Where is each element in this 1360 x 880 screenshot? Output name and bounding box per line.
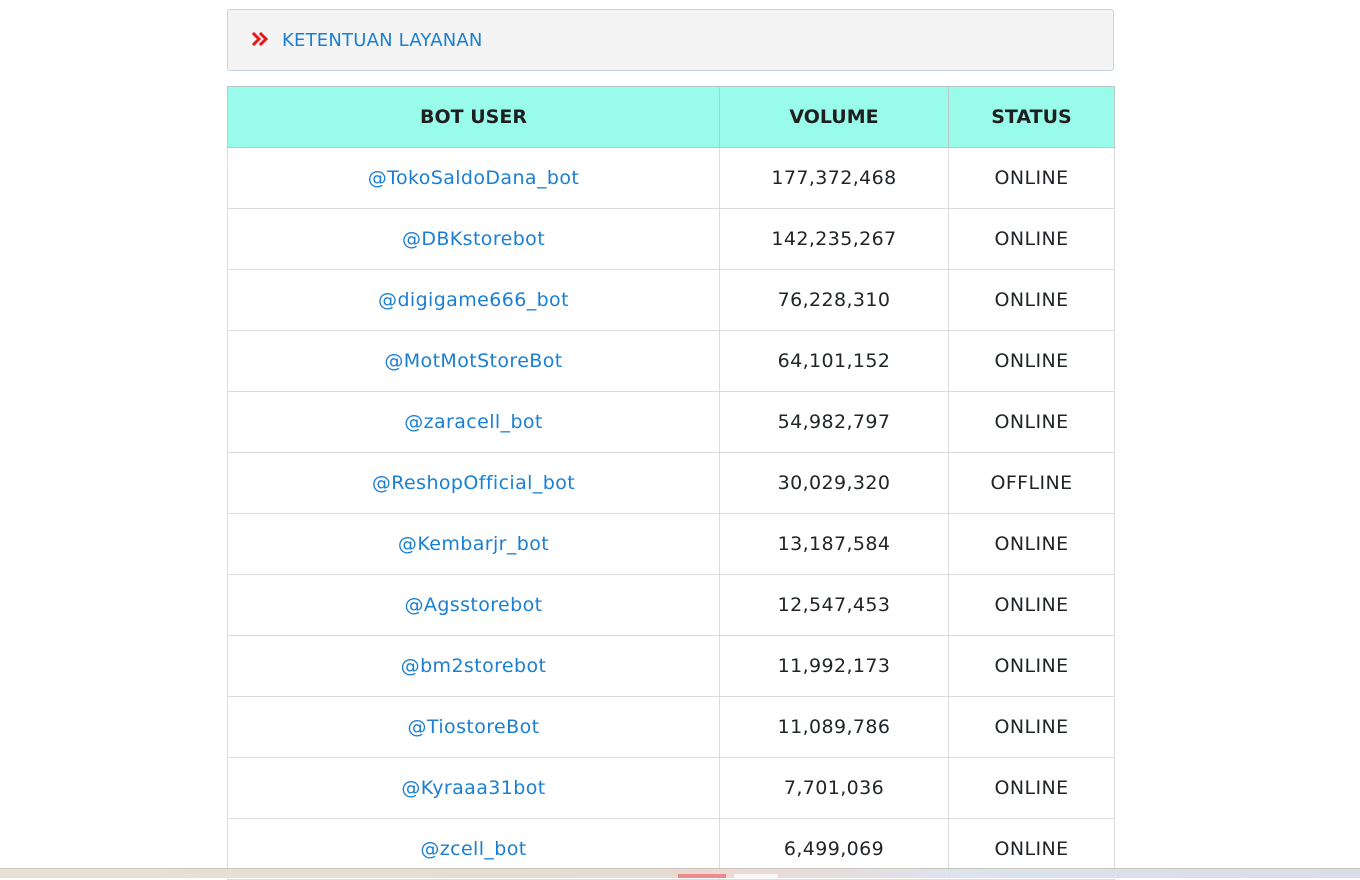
table-row: @DBKstorebot 142,235,267 ONLINE bbox=[227, 208, 1115, 270]
table-body: @TokoSaldoDana_bot 177,372,468 ONLINE @DBKs… bbox=[227, 147, 1115, 880]
bot-user-link[interactable]: @ReshopOfficial_bot bbox=[372, 472, 575, 494]
bot-user-link[interactable]: @digigame666_bot bbox=[378, 289, 569, 311]
bot-user-cell: @DBKstorebot bbox=[227, 208, 720, 270]
status-cell: ONLINE bbox=[948, 513, 1115, 575]
table-row: @Agsstorebot 12,547,453 ONLINE bbox=[227, 574, 1115, 636]
bot-user-link[interactable]: @DBKstorebot bbox=[402, 228, 545, 250]
table-row: @bm2storebot 11,992,173 ONLINE bbox=[227, 635, 1115, 697]
volume-cell: 11,089,786 bbox=[719, 696, 949, 758]
table-row: @digigame666_bot 76,228,310 ONLINE bbox=[227, 269, 1115, 331]
table-row: @zaracell_bot 54,982,797 ONLINE bbox=[227, 391, 1115, 453]
bot-user-link[interactable]: @MotMotStoreBot bbox=[384, 350, 562, 372]
volume-cell: 30,029,320 bbox=[719, 452, 949, 514]
status-cell: ONLINE bbox=[948, 696, 1115, 758]
taskbar-item[interactable] bbox=[678, 874, 726, 878]
bot-user-cell: @TiostoreBot bbox=[227, 696, 720, 758]
terms-of-service-link[interactable]: KETENTUAN LAYANAN bbox=[282, 30, 483, 51]
table-row: @MotMotStoreBot 64,101,152 ONLINE bbox=[227, 330, 1115, 392]
bot-user-link[interactable]: @TiostoreBot bbox=[408, 716, 540, 738]
column-header-volume: VOLUME bbox=[719, 86, 949, 148]
table-header-row: BOT USER VOLUME STATUS bbox=[227, 86, 1115, 148]
volume-cell: 64,101,152 bbox=[719, 330, 949, 392]
table-row: @Kembarjr_bot 13,187,584 ONLINE bbox=[227, 513, 1115, 575]
double-chevron-right-icon bbox=[252, 32, 270, 46]
bot-user-link[interactable]: @TokoSaldoDana_bot bbox=[368, 167, 579, 189]
bot-user-link[interactable]: @zcell_bot bbox=[420, 838, 526, 860]
status-cell: OFFLINE bbox=[948, 452, 1115, 514]
table-row: @TiostoreBot 11,089,786 ONLINE bbox=[227, 696, 1115, 758]
volume-cell: 142,235,267 bbox=[719, 208, 949, 270]
column-header-status: STATUS bbox=[948, 86, 1115, 148]
terms-of-service-panel[interactable]: KETENTUAN LAYANAN bbox=[227, 9, 1114, 71]
volume-cell: 76,228,310 bbox=[719, 269, 949, 331]
status-cell: ONLINE bbox=[948, 757, 1115, 819]
bot-user-link[interactable]: @Kyraaa31bot bbox=[401, 777, 545, 799]
bot-user-cell: @ReshopOfficial_bot bbox=[227, 452, 720, 514]
bot-user-cell: @bm2storebot bbox=[227, 635, 720, 697]
bot-user-cell: @MotMotStoreBot bbox=[227, 330, 720, 392]
bot-user-cell: @Kyraaa31bot bbox=[227, 757, 720, 819]
table-row: @Kyraaa31bot 7,701,036 ONLINE bbox=[227, 757, 1115, 819]
volume-cell: 12,547,453 bbox=[719, 574, 949, 636]
bot-user-cell: @Kembarjr_bot bbox=[227, 513, 720, 575]
status-cell: ONLINE bbox=[948, 208, 1115, 270]
status-cell: ONLINE bbox=[948, 330, 1115, 392]
bot-user-cell: @TokoSaldoDana_bot bbox=[227, 147, 720, 209]
table-row: @TokoSaldoDana_bot 177,372,468 ONLINE bbox=[227, 147, 1115, 209]
status-cell: ONLINE bbox=[948, 391, 1115, 453]
volume-cell: 11,992,173 bbox=[719, 635, 949, 697]
bot-user-link[interactable]: @bm2storebot bbox=[401, 655, 547, 677]
bot-user-link[interactable]: @Kembarjr_bot bbox=[398, 533, 549, 555]
volume-cell: 177,372,468 bbox=[719, 147, 949, 209]
status-cell: ONLINE bbox=[948, 635, 1115, 697]
bot-volume-table: BOT USER VOLUME STATUS @TokoSaldoDana_bo… bbox=[227, 86, 1115, 880]
volume-cell: 7,701,036 bbox=[719, 757, 949, 819]
status-cell: ONLINE bbox=[948, 147, 1115, 209]
bot-user-cell: @digigame666_bot bbox=[227, 269, 720, 331]
volume-cell: 54,982,797 bbox=[719, 391, 949, 453]
bot-user-cell: @Agsstorebot bbox=[227, 574, 720, 636]
table-row: @ReshopOfficial_bot 30,029,320 OFFLINE bbox=[227, 452, 1115, 514]
bot-user-cell: @zaracell_bot bbox=[227, 391, 720, 453]
bot-user-link[interactable]: @Agsstorebot bbox=[405, 594, 543, 616]
status-cell: ONLINE bbox=[948, 574, 1115, 636]
column-header-bot-user: BOT USER bbox=[227, 86, 720, 148]
main-content: KETENTUAN LAYANAN BOT USER VOLUME STATUS… bbox=[227, 9, 1115, 880]
bot-user-link[interactable]: @zaracell_bot bbox=[404, 411, 543, 433]
volume-cell: 13,187,584 bbox=[719, 513, 949, 575]
status-cell: ONLINE bbox=[948, 269, 1115, 331]
taskbar-item[interactable] bbox=[734, 874, 778, 878]
